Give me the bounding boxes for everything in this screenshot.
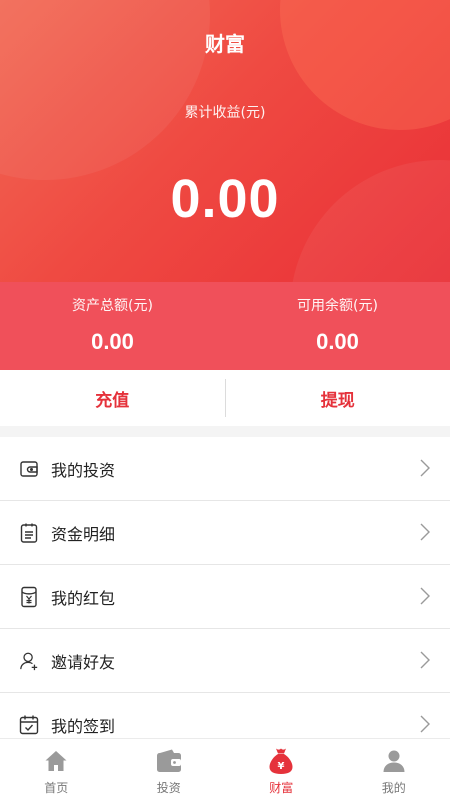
menu-item-label: 邀请好友 xyxy=(51,652,116,672)
withdraw-button[interactable]: 提现 xyxy=(226,370,450,426)
tab-label: 投资 xyxy=(156,781,181,795)
menu-item-label: 我的签到 xyxy=(51,717,116,736)
tab-wealth[interactable]: ¥ 财富 xyxy=(225,739,338,800)
menu-item-my-investment[interactable]: 我的投资 xyxy=(0,437,450,501)
decorative-circle xyxy=(0,0,210,180)
menu-item-invite-friends[interactable]: 邀请好友 xyxy=(0,629,450,693)
tab-label: 我的 xyxy=(381,781,406,795)
chevron-right-icon xyxy=(420,459,430,477)
wealth-menu: 我的投资 资金明细 我的红包 邀请好友 我的签到 xyxy=(0,437,450,757)
menu-item-label: 我的投资 xyxy=(51,460,116,480)
available-balance: 可用余额(元) 0.00 xyxy=(225,282,450,370)
wallet-icon xyxy=(156,748,182,774)
tab-label: 财富 xyxy=(269,781,294,795)
action-bar: 充值 提现 xyxy=(0,370,450,426)
home-icon xyxy=(43,748,69,774)
chevron-right-icon xyxy=(420,523,430,541)
red-packet-icon xyxy=(19,586,39,608)
total-assets-label: 资产总额(元) xyxy=(72,298,153,314)
available-balance-label: 可用余额(元) xyxy=(297,298,378,314)
chevron-right-icon xyxy=(420,715,430,733)
calendar-check-icon xyxy=(19,714,39,736)
total-assets: 资产总额(元) 0.00 xyxy=(0,282,225,370)
tab-mine[interactable]: 我的 xyxy=(338,739,450,800)
menu-item-red-packets[interactable]: 我的红包 xyxy=(0,565,450,629)
tab-invest[interactable]: 投资 xyxy=(113,739,226,800)
cumulative-earnings-value: 0.00 xyxy=(170,169,280,229)
list-detail-icon xyxy=(19,522,39,544)
recharge-button[interactable]: 充值 xyxy=(0,370,225,426)
wallet-icon xyxy=(19,458,39,480)
menu-item-label: 资金明细 xyxy=(51,524,116,544)
menu-item-fund-details[interactable]: 资金明细 xyxy=(0,501,450,565)
asset-summary: 资产总额(元) 0.00 可用余额(元) 0.00 xyxy=(0,282,450,370)
cumulative-earnings-label: 累计收益(元) xyxy=(184,105,266,121)
available-balance-value: 0.00 xyxy=(316,329,359,354)
chevron-right-icon xyxy=(420,587,430,605)
chevron-right-icon xyxy=(420,651,430,669)
user-icon xyxy=(381,748,407,774)
tab-label: 首页 xyxy=(44,781,69,795)
money-bag-icon: ¥ xyxy=(268,748,294,774)
invite-user-icon xyxy=(19,650,39,672)
page-title: 财富 xyxy=(205,32,245,56)
tab-home[interactable]: 首页 xyxy=(0,739,113,800)
wealth-header: 财富 累计收益(元) 0.00 xyxy=(0,0,450,282)
total-assets-value: 0.00 xyxy=(91,329,134,354)
menu-item-label: 我的红包 xyxy=(51,588,116,608)
bottom-tab-bar: 首页 投资 ¥ 财富 我的 xyxy=(0,738,450,800)
svg-text:¥: ¥ xyxy=(278,761,285,772)
